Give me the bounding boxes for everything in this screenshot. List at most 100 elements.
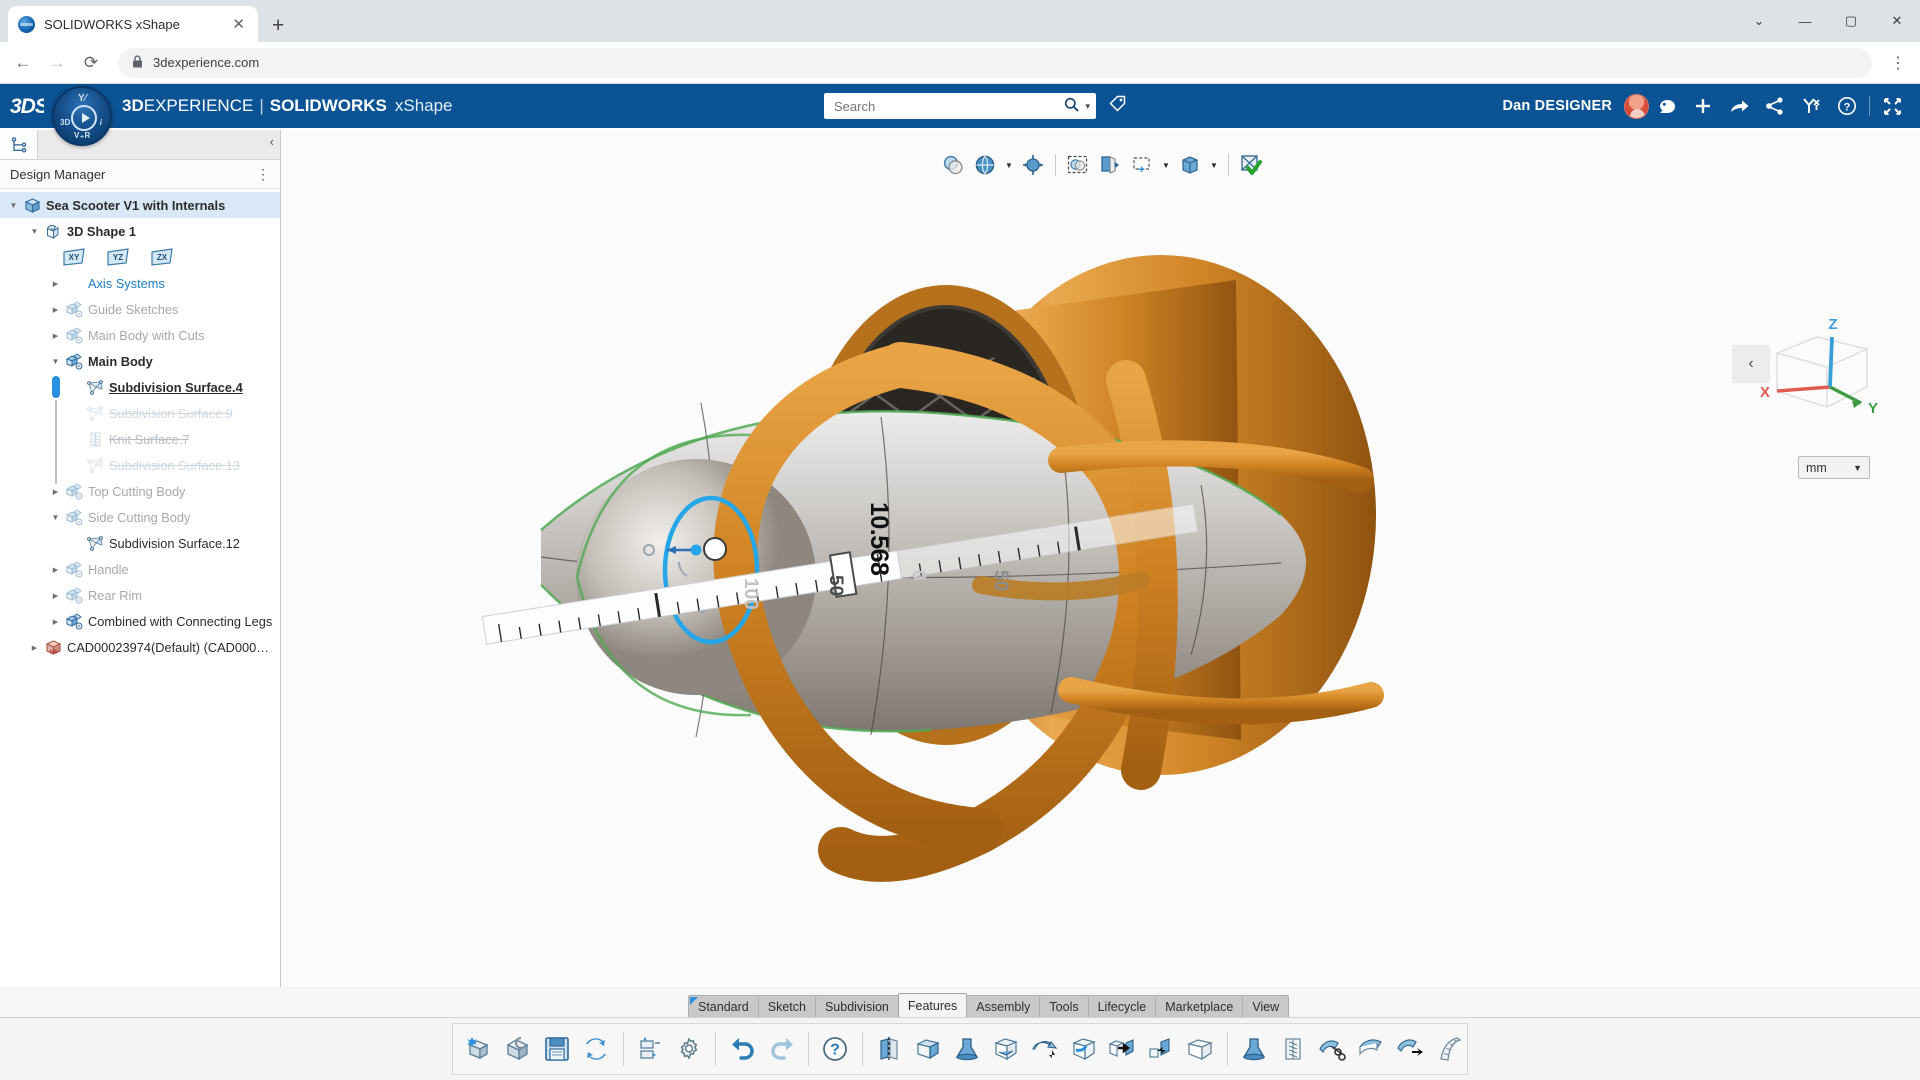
tree-item-subdivision-surface-4[interactable]: Subdivision Surface.4	[0, 374, 280, 400]
collapse-twisty-icon[interactable]	[6, 201, 21, 210]
boolean-icon[interactable]	[1104, 1027, 1141, 1071]
window-close-button[interactable]: ✕	[1874, 0, 1920, 42]
tree-item-knit-surface-7[interactable]: Knit Surface.7	[0, 426, 280, 452]
browser-tab[interactable]: SOLIDWORKS xShape ✕	[8, 6, 258, 42]
thicken-icon[interactable]	[1352, 1027, 1389, 1071]
search-input[interactable]	[834, 98, 1065, 114]
plus-icon[interactable]	[1685, 88, 1721, 124]
expand-icon[interactable]	[1874, 88, 1910, 124]
tree-item-top-cutting-body[interactable]: Top Cutting Body	[0, 478, 280, 504]
tree-item-handle[interactable]: Handle	[0, 556, 280, 582]
trim-surface-icon[interactable]	[1313, 1027, 1350, 1071]
expand-twisty-icon[interactable]	[48, 617, 63, 626]
help-icon[interactable]: ?	[817, 1027, 854, 1071]
revolve-boss-icon[interactable]	[948, 1027, 985, 1071]
tag-icon[interactable]	[1108, 94, 1128, 119]
help-icon[interactable]: ?	[1829, 88, 1865, 124]
command-tab-view[interactable]: View	[1242, 995, 1290, 1017]
share-arrow-icon[interactable]	[1721, 88, 1757, 124]
tree-item-3d-shape-1[interactable]: 3D Shape 1	[0, 218, 280, 244]
draft-icon[interactable]	[1026, 1027, 1063, 1071]
pattern-icon[interactable]	[1182, 1027, 1219, 1071]
command-tab-features[interactable]: Features	[897, 993, 968, 1017]
tree-item-main-body-with-cuts[interactable]: Main Body with Cuts	[0, 322, 280, 348]
rollback-bar-handle[interactable]	[52, 376, 60, 398]
collaborate-icon[interactable]	[1793, 88, 1829, 124]
tree-item-side-cutting-body[interactable]: Side Cutting Body	[0, 504, 280, 530]
revolve-icon[interactable]	[1236, 1027, 1273, 1071]
3d-viewport[interactable]: 100 50 0 50 10.568 ▼ ▼ ▼ ‹ Z X Y mm ▼	[281, 130, 1920, 987]
command-tab-sketch[interactable]: Sketch	[757, 995, 816, 1017]
show-hide-icon[interactable]	[1018, 150, 1048, 180]
browser-menu-icon[interactable]: ⋮	[1884, 53, 1912, 73]
dimension-value-label[interactable]: 10.568	[864, 502, 893, 575]
reload-icon[interactable]: ⟳	[76, 48, 106, 78]
transparency-icon[interactable]	[938, 150, 968, 180]
collapse-twisty-icon[interactable]	[48, 513, 63, 522]
knit-surface-icon[interactable]	[1275, 1027, 1312, 1071]
dassault-logo-icon[interactable]: 3DS	[0, 93, 54, 119]
expand-twisty-icon[interactable]	[48, 331, 63, 340]
tree-item-guide-sketches[interactable]: Guide Sketches	[0, 296, 280, 322]
plane-icon-xy[interactable]: XY	[52, 247, 96, 267]
chevron-down-icon[interactable]: ▼	[1002, 161, 1016, 170]
open-part-icon[interactable]	[500, 1027, 537, 1071]
new-tab-button[interactable]: +	[272, 15, 284, 36]
fillet-icon[interactable]	[1065, 1027, 1102, 1071]
command-tab-subdivision[interactable]: Subdivision	[814, 995, 899, 1017]
address-bar[interactable]: 3dexperience.com	[118, 47, 1872, 78]
compass-menu-icon[interactable]: Y⁄ 3D i V₊R	[52, 86, 112, 146]
command-tab-assembly[interactable]: Assembly	[966, 995, 1041, 1017]
back-icon[interactable]: ←	[8, 48, 38, 78]
tree-item-main-body[interactable]: Main Body	[0, 348, 280, 374]
section-view-icon[interactable]	[1095, 150, 1125, 180]
units-selector[interactable]: mm ▼	[1798, 456, 1870, 479]
tree-item-subdivision-surface-9[interactable]: Subdivision Surface.9	[0, 400, 280, 426]
arrange-icon[interactable]	[631, 1027, 668, 1071]
chevron-down-icon[interactable]: ▾	[1085, 101, 1090, 112]
mirror-icon[interactable]	[871, 1027, 908, 1071]
expand-twisty-icon[interactable]	[48, 565, 63, 574]
chevron-down-icon[interactable]: ⌄	[1736, 0, 1782, 42]
tree-item-subdivision-surface-13[interactable]: Subdivision Surface.13	[0, 452, 280, 478]
global-search[interactable]: ▾	[824, 93, 1096, 119]
select-visible-icon[interactable]	[1063, 150, 1093, 180]
bookmark-icon[interactable]	[1649, 88, 1685, 124]
close-icon[interactable]: ✕	[229, 15, 248, 33]
extrude-cut-icon[interactable]	[910, 1027, 947, 1071]
expand-twisty-icon[interactable]	[27, 643, 42, 652]
user-name-label[interactable]: Dan DESIGNER	[1502, 98, 1612, 114]
ruled-surface-icon[interactable]	[1430, 1027, 1467, 1071]
command-tab-marketplace[interactable]: Marketplace	[1155, 995, 1244, 1017]
box-select-icon[interactable]	[1127, 150, 1157, 180]
move-face-icon[interactable]	[1391, 1027, 1428, 1071]
share-node-icon[interactable]	[1757, 88, 1793, 124]
command-tab-lifecycle[interactable]: Lifecycle	[1087, 995, 1157, 1017]
collapse-sidebar-icon[interactable]: ‹	[270, 134, 274, 149]
panel-menu-icon[interactable]: ⋮	[256, 167, 270, 181]
axis-triad[interactable]: Z X Y	[1755, 315, 1885, 425]
tree-item-combined-with-connecting-legs[interactable]: Combined with Connecting Legs	[0, 608, 280, 634]
tree-item-cad00023974-default-cad0002[interactable]: SW CAD00023974(Default) (CAD0002…	[0, 634, 280, 660]
expand-twisty-icon[interactable]	[48, 591, 63, 600]
plane-icon-yz[interactable]: YZ	[96, 247, 140, 267]
display-style-icon[interactable]	[970, 150, 1000, 180]
command-tab-standard[interactable]: Standard	[688, 995, 759, 1017]
expand-twisty-icon[interactable]	[48, 305, 63, 314]
tab-design-manager-tree[interactable]	[0, 130, 38, 159]
undo-icon[interactable]	[724, 1027, 761, 1071]
tree-item-subdivision-surface-12[interactable]: Subdivision Surface.12	[0, 530, 280, 556]
tree-item-axis-systems[interactable]: Axis Systems	[0, 270, 280, 296]
new-part-icon[interactable]	[461, 1027, 498, 1071]
collapse-twisty-icon[interactable]	[27, 227, 42, 236]
redo-icon[interactable]	[763, 1027, 800, 1071]
search-icon[interactable]	[1064, 97, 1080, 115]
shell-icon[interactable]	[987, 1027, 1024, 1071]
collapse-twisty-icon[interactable]	[48, 357, 63, 366]
chevron-down-icon[interactable]: ▼	[1207, 161, 1221, 170]
plane-icon-zx[interactable]: ZX	[140, 247, 184, 267]
forward-icon[interactable]: →	[42, 48, 72, 78]
expand-twisty-icon[interactable]	[48, 487, 63, 496]
avatar[interactable]	[1624, 93, 1649, 119]
save-icon[interactable]	[539, 1027, 576, 1071]
